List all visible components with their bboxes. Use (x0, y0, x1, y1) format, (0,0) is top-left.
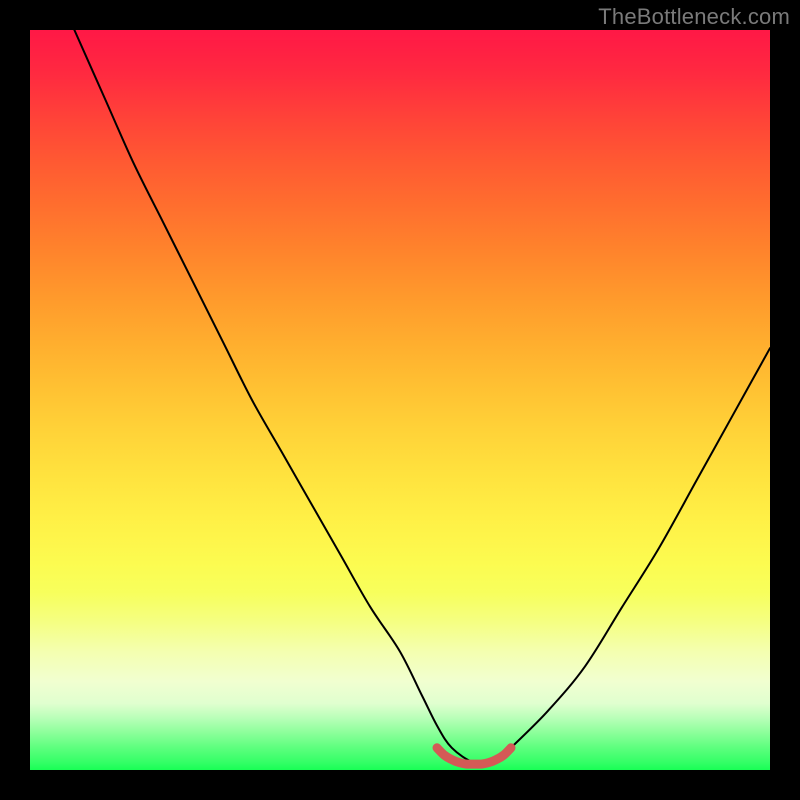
watermark-text: TheBottleneck.com (598, 4, 790, 30)
chart-plot (30, 30, 770, 770)
optimal-range-highlight (437, 748, 511, 764)
chart-frame: TheBottleneck.com (0, 0, 800, 800)
bottleneck-curve (74, 30, 770, 764)
